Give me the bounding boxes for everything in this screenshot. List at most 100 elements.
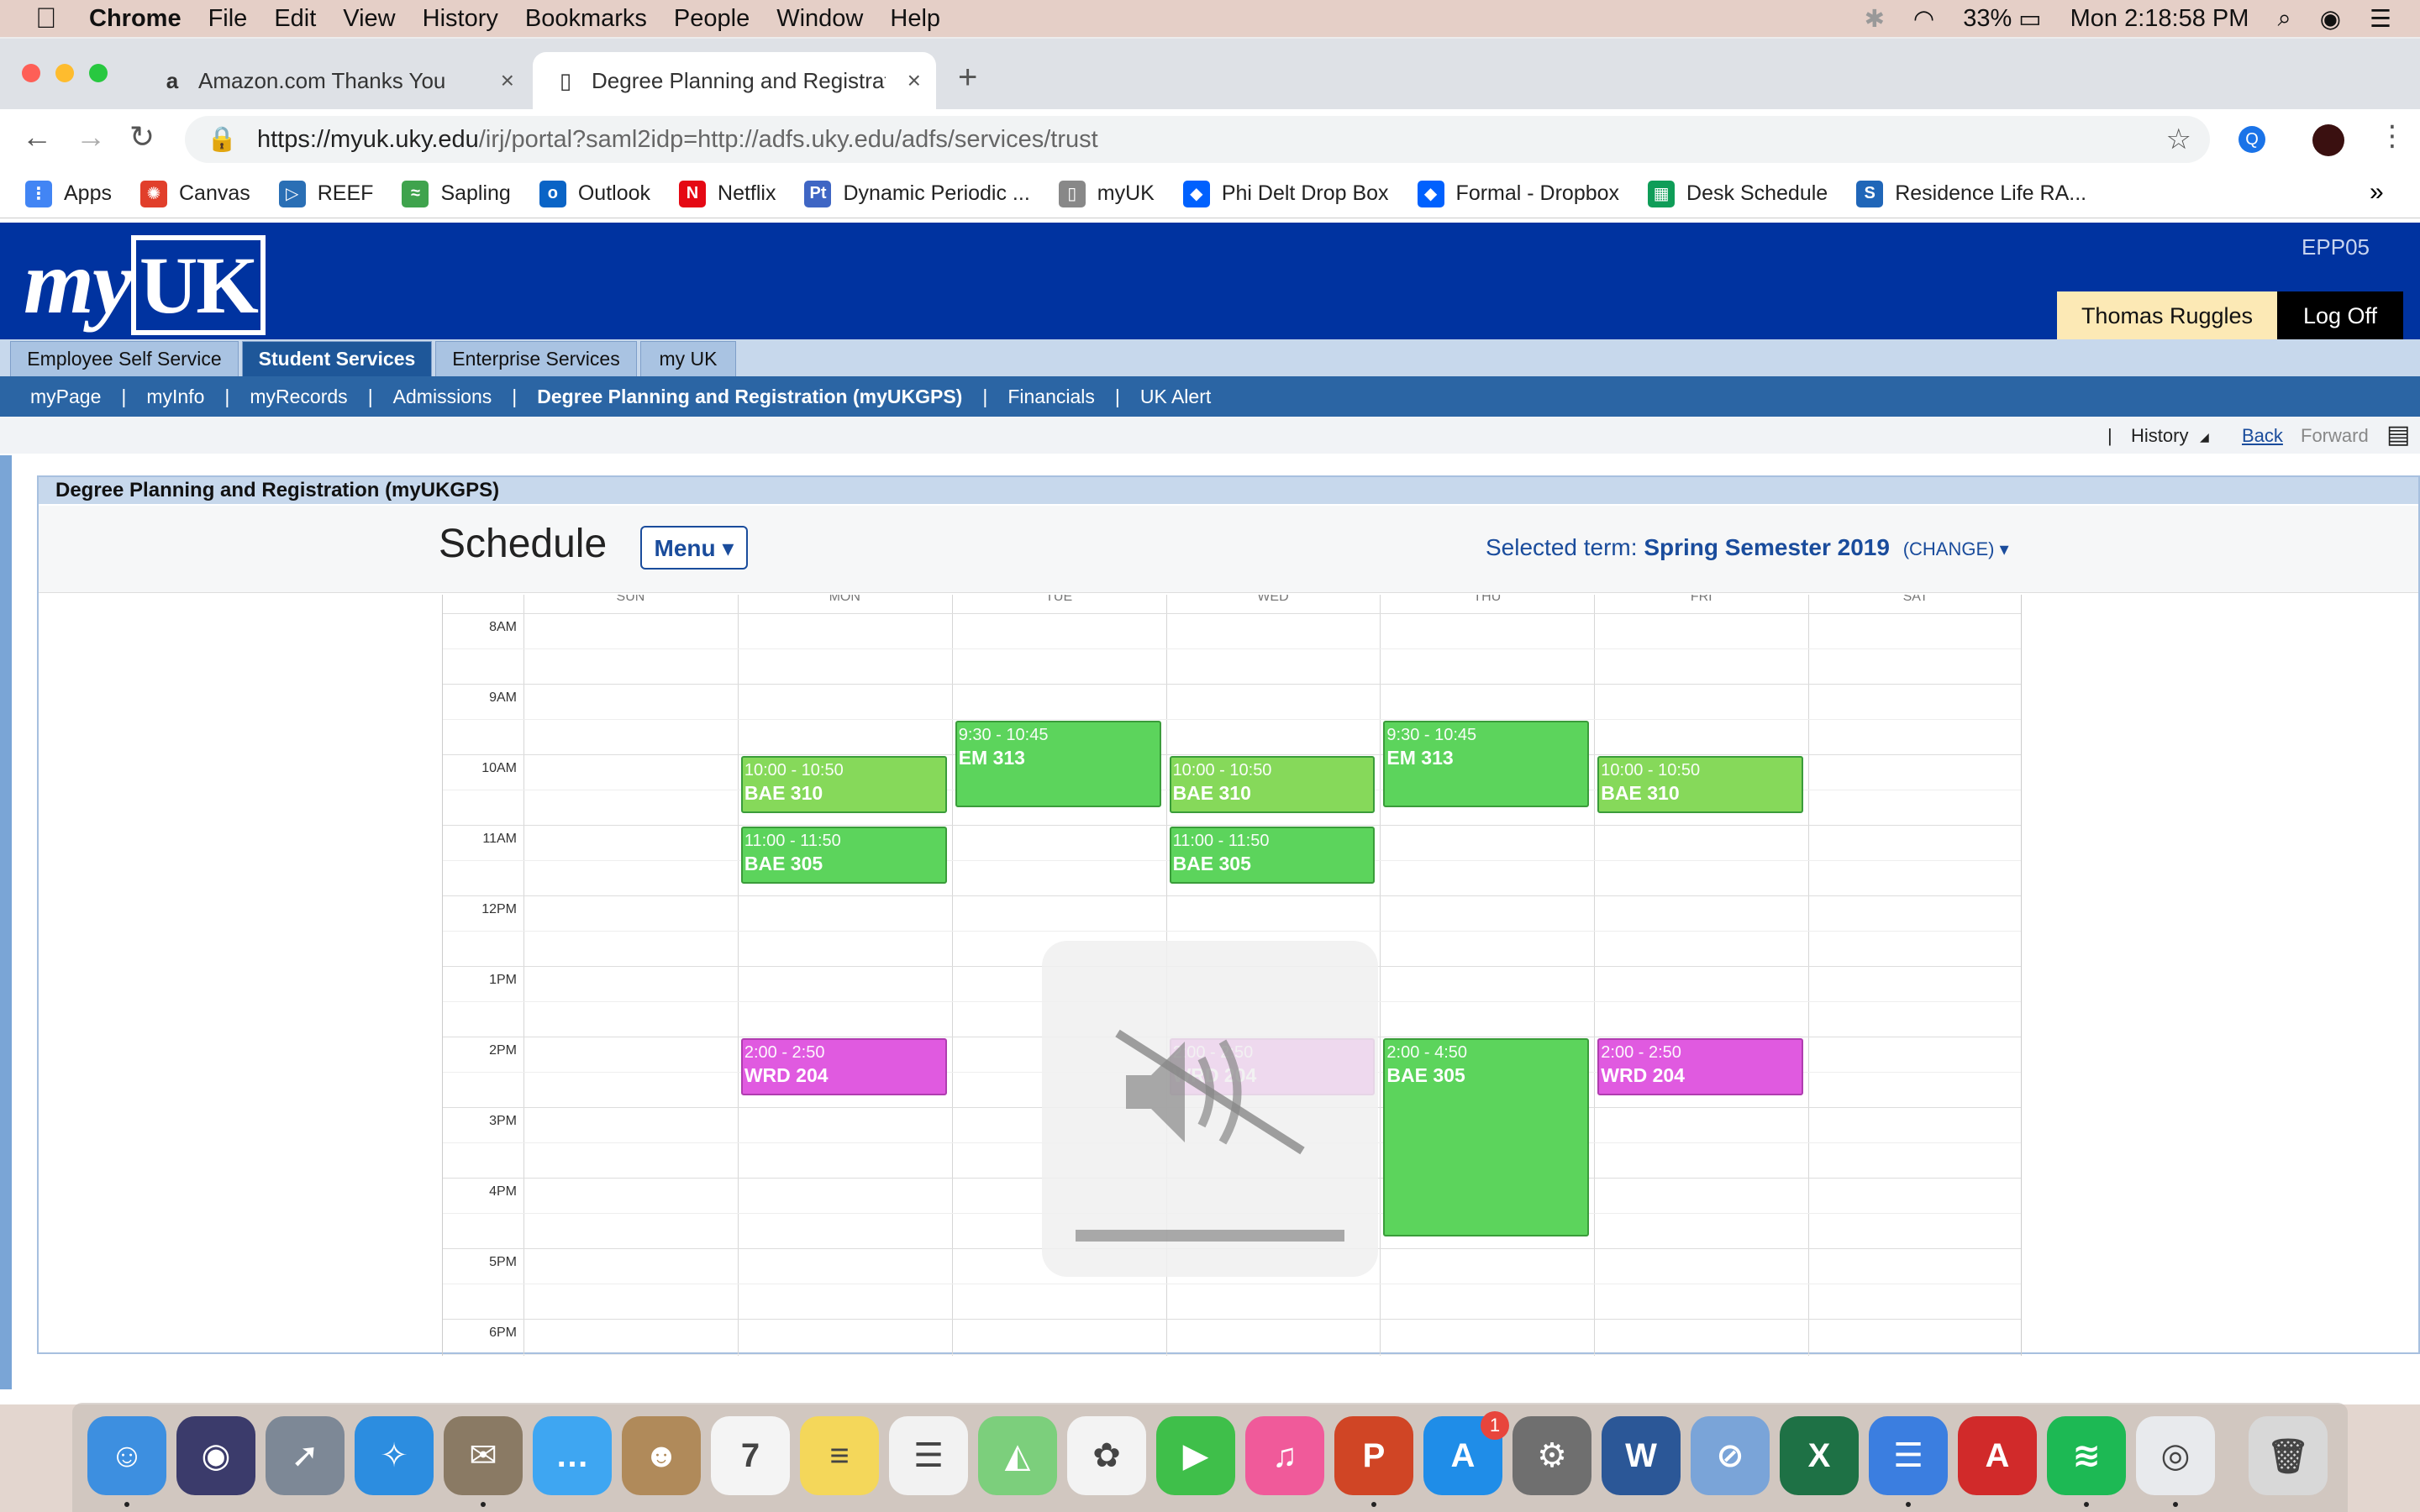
chrome-icon[interactable]: ◎ [2136,1416,2215,1495]
calendar-icon[interactable]: 7 [711,1416,790,1495]
bookmark-outlook[interactable]: o Outlook [539,180,650,207]
change-term-button[interactable]: (CHANGE) ▾ [1903,538,2009,559]
menu-bookmarks[interactable]: Bookmarks [525,5,647,33]
new-tab-button[interactable]: + [958,59,977,97]
nav-degree-planning[interactable]: Degree Planning and Registration (myUKGP… [537,386,962,408]
menu-people[interactable]: People [674,5,750,33]
photos-icon[interactable]: ✿ [1067,1416,1146,1495]
bookmark-apps[interactable]: ⋮ Apps [25,180,112,207]
address-bar[interactable]: 🔒 https://myuk.uky.edu/irj/portal?saml2i… [185,116,2210,163]
nav-financials[interactable]: Financials [1007,386,1095,408]
history-dropdown[interactable]: History [2131,425,2188,447]
itunes-icon[interactable]: ♫ [1245,1416,1324,1495]
bookmark-formal-dropbox[interactable]: ◆ Formal - Dropbox [1417,180,1619,207]
class-event[interactable]: 10:00 - 10:50 BAE 310 [1597,756,1804,813]
bookmark-canvas[interactable]: ✺ Canvas [139,180,250,207]
class-event[interactable]: 11:00 - 11:50 BAE 305 [1169,827,1376,884]
back-link[interactable]: Back [2242,425,2283,447]
tab-close-icon[interactable]: × [501,67,514,94]
tab-amazon[interactable]: a Amazon.com Thanks You × [139,52,529,109]
battery-icon[interactable]: ▭ [2018,4,2041,34]
excel-icon[interactable]: X [1780,1416,1859,1495]
nav-myrecords[interactable]: myRecords [250,386,347,408]
lock-icon[interactable]: 🔒 [207,125,237,154]
maps-icon[interactable]: ◭ [978,1416,1057,1495]
forward-button[interactable]: → [76,119,106,155]
menu-dropdown-button[interactable]: Menu ▾ [640,526,748,570]
profile-avatar[interactable] [2312,124,2344,156]
sidebar-app-icon[interactable]: ☰ [1869,1416,1948,1495]
bookmarks-overflow-button[interactable]: » [2370,178,2390,207]
tab-enterprise-services[interactable]: Enterprise Services [435,341,637,376]
bookmark-star-icon[interactable]: ☆ [2166,123,2191,156]
forward-link[interactable]: Forward [2301,425,2369,447]
tab-employee-self-service[interactable]: Employee Self Service [10,341,239,376]
tab-student-services[interactable]: Student Services [242,341,432,376]
class-event[interactable]: 10:00 - 10:50 BAE 310 [740,756,947,813]
safari-icon[interactable]: ✧ [355,1416,434,1495]
notes-icon[interactable]: ≡ [800,1416,879,1495]
class-event[interactable]: 11:00 - 11:50 BAE 305 [740,827,947,884]
siri-icon[interactable]: ◉ [2320,4,2341,34]
bookmark-desk-schedule[interactable]: ▦ Desk Schedule [1648,180,1828,207]
class-event[interactable]: 9:30 - 10:45 EM 313 [955,721,1161,807]
tab-close-icon[interactable]: × [908,67,921,94]
myuk-logo[interactable]: my UK [24,231,266,335]
log-off-button[interactable]: Log Off [2277,291,2403,340]
bookmark-netflix[interactable]: N Netflix [679,180,776,207]
bookmark-residence-life-ra[interactable]: S Residence Life RA... [1856,180,2086,207]
spotify-icon[interactable]: ≋ [2047,1416,2126,1495]
word-icon[interactable]: W [1602,1416,1681,1495]
mail-stamp-icon[interactable]: ✉ [444,1416,523,1495]
close-window-button[interactable] [22,64,40,82]
page-menu-icon[interactable]: ▤ [2386,420,2410,449]
chrome-menu-icon[interactable]: ⋮ [2378,119,2407,153]
network-icon[interactable]: ⊘ [1691,1416,1770,1495]
navigation-panel-toggle[interactable] [0,455,12,1389]
bookmark-sapling[interactable]: ≈ Sapling [402,180,511,207]
messages-icon[interactable]: … [533,1416,612,1495]
menu-view[interactable]: View [343,5,395,33]
class-event[interactable]: 9:30 - 10:45 EM 313 [1383,721,1590,807]
autocad-icon[interactable]: A [1958,1416,2037,1495]
nav-mypage[interactable]: myPage [30,386,101,408]
battery-percent[interactable]: 33% [1963,5,2012,33]
history-dropdown-icon[interactable]: ◢ [2200,430,2209,444]
bookmark-reef[interactable]: ▷ REEF [278,180,373,207]
menu-clock[interactable]: Mon 2:18:58 PM [2070,5,2249,33]
menu-edit[interactable]: Edit [274,5,316,33]
class-event[interactable]: 10:00 - 10:50 BAE 310 [1169,756,1376,813]
menu-history[interactable]: History [423,5,498,33]
system-preferences-icon[interactable]: ⚙ [1512,1416,1591,1495]
trash-icon[interactable]: 🗑 [2249,1416,2328,1495]
reminders-icon[interactable]: ☰ [889,1416,968,1495]
minimize-window-button[interactable] [55,64,74,82]
class-event[interactable]: 2:00 - 2:50 WRD 204 [1597,1038,1804,1095]
menu-help[interactable]: Help [890,5,940,33]
wifi-icon[interactable]: ◠ [1913,4,1934,34]
reload-button[interactable]: ↻ [129,119,155,155]
finder-icon[interactable]: ☺ [87,1416,166,1495]
menu-window[interactable]: Window [776,5,863,33]
back-button[interactable]: ← [22,119,52,155]
nav-uk-alert[interactable]: UK Alert [1140,386,1211,408]
class-event[interactable]: 2:00 - 4:50 BAE 305 [1383,1038,1590,1236]
spotlight-icon[interactable]: ⌕ [2277,5,2291,33]
siri-icon[interactable]: ◉ [176,1416,255,1495]
menu-file[interactable]: File [208,5,248,33]
launchpad-icon[interactable]: ➚ [266,1416,345,1495]
contacts-icon[interactable]: ☻ [622,1416,701,1495]
apple-menu-icon[interactable]:  [35,3,69,35]
nav-admissions[interactable]: Admissions [393,386,492,408]
tab-degree-planning[interactable]: ▯ Degree Planning and Registrati × [533,52,936,109]
extension-icon[interactable]: Q [2238,126,2265,153]
bookmark-phi-delt-drop-box[interactable]: ◆ Phi Delt Drop Box [1182,180,1389,207]
bluetooth-icon[interactable]: ✱ [1865,4,1885,34]
notification-center-icon[interactable]: ☰ [2370,4,2391,34]
bookmark-myuk[interactable]: ▯ myUK [1058,180,1155,207]
class-event[interactable]: 2:00 - 2:50 WRD 204 [740,1038,947,1095]
zoom-window-button[interactable] [89,64,108,82]
bookmark-dynamic-periodic[interactable]: Pt Dynamic Periodic ... [804,180,1030,207]
powerpoint-icon[interactable]: P [1334,1416,1413,1495]
nav-myinfo[interactable]: myInfo [146,386,204,408]
